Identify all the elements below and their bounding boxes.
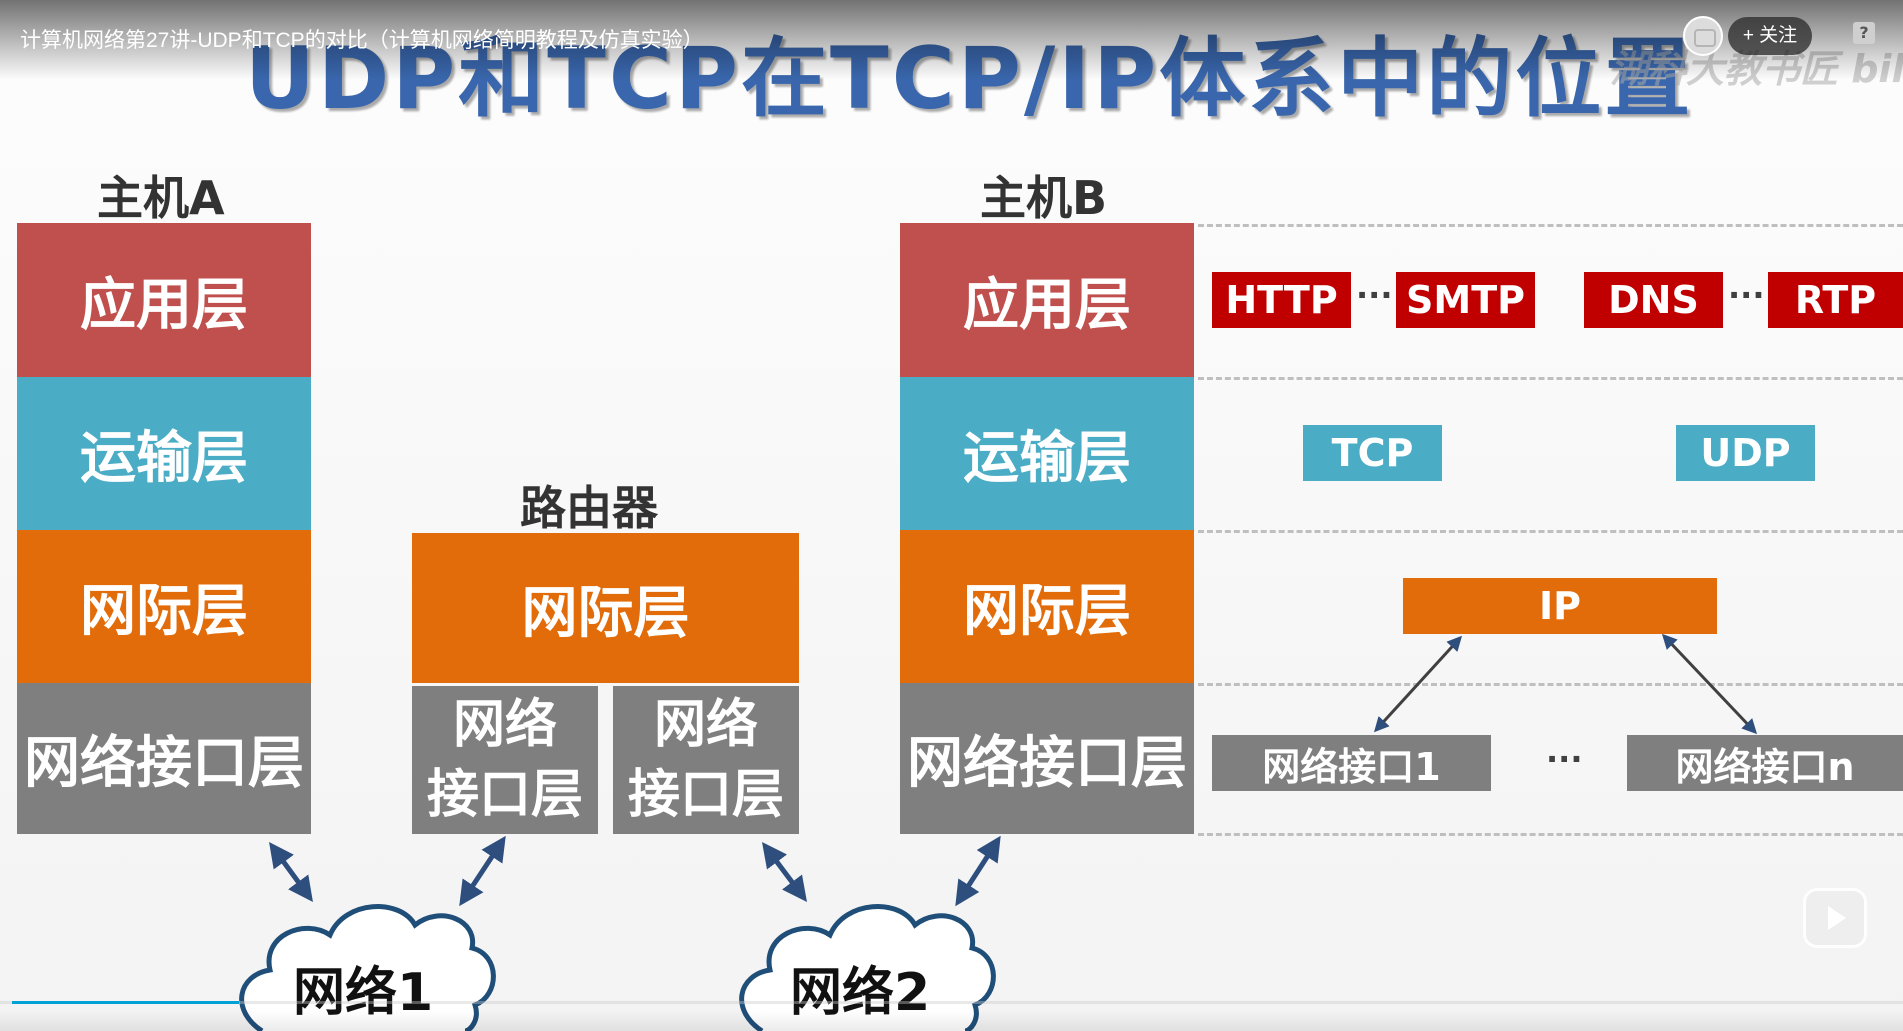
video-title: 计算机网络第27讲-UDP和TCP的对比（计算机网络简明教程及仿真实验）	[20, 29, 704, 52]
arrow-router-net1	[459, 835, 506, 907]
router-internet-layer: 网际层	[412, 533, 799, 683]
play-button[interactable]	[1803, 888, 1867, 948]
router-if2-line2: 接口层	[627, 765, 784, 825]
router-if1-line2: 接口层	[426, 765, 583, 825]
uploader-avatar[interactable]	[1683, 16, 1723, 56]
router-label: 路由器	[520, 481, 658, 535]
host-b-internet-layer: 网际层	[900, 530, 1194, 683]
arrow-hostb-net2	[955, 835, 1001, 907]
ellipsis-app-2: ···	[1728, 276, 1765, 314]
progress-bar[interactable]	[0, 1001, 1903, 1004]
arrow-hosta-net1	[269, 841, 313, 903]
ellipsis-app-1: ···	[1356, 276, 1393, 314]
play-icon	[1828, 906, 1846, 930]
help-icon[interactable]: ?	[1853, 22, 1875, 44]
protocol-dns: DNS	[1584, 272, 1723, 328]
router-network-interface-1: 网络 接口层	[412, 686, 598, 834]
host-a-internet-layer: 网际层	[17, 530, 311, 683]
host-b-application-layer: 应用层	[900, 223, 1194, 377]
router-if2-line1: 网络	[653, 695, 758, 755]
separator-line	[1198, 530, 1903, 533]
follow-button[interactable]: + 关注	[1728, 17, 1812, 55]
network-interface-1: 网络接口1	[1212, 735, 1491, 791]
host-a-network-interface-layer: 网络接口层	[17, 683, 311, 834]
separator-line	[1198, 224, 1903, 227]
progress-fill	[12, 1001, 239, 1004]
router-network-interface-2: 网络 接口层	[613, 686, 799, 834]
video-player[interactable]: UDP和TCP在TCP/IP体系中的位置 主机A 应用层 运输层 网际层 网络接…	[0, 0, 1903, 1031]
host-b-label: 主机B	[980, 171, 1108, 225]
ellipsis-interfaces: ···	[1546, 740, 1583, 778]
host-b-network-interface-layer: 网络接口层	[900, 683, 1194, 834]
host-a-application-layer: 应用层	[17, 223, 311, 377]
separator-line	[1198, 833, 1903, 836]
host-b-transport-layer: 运输层	[900, 377, 1194, 530]
slide: UDP和TCP在TCP/IP体系中的位置 主机A 应用层 运输层 网际层 网络接…	[0, 0, 1903, 1031]
protocol-tcp: TCP	[1303, 425, 1442, 481]
network-interface-n: 网络接口n	[1627, 735, 1903, 791]
protocol-udp: UDP	[1676, 425, 1815, 481]
arrow-router-net2	[762, 842, 807, 902]
host-a-label: 主机A	[97, 171, 225, 225]
protocol-http: HTTP	[1212, 272, 1351, 328]
avatar-icon	[1694, 29, 1716, 47]
protocol-rtp: RTP	[1768, 272, 1903, 328]
separator-line	[1198, 683, 1903, 686]
host-a-transport-layer: 运输层	[17, 377, 311, 530]
protocol-smtp: SMTP	[1396, 272, 1535, 328]
player-bottom-overlay	[0, 1010, 1903, 1031]
separator-line	[1198, 377, 1903, 380]
protocol-ip: IP	[1403, 578, 1717, 634]
router-if1-line1: 网络	[452, 695, 557, 755]
